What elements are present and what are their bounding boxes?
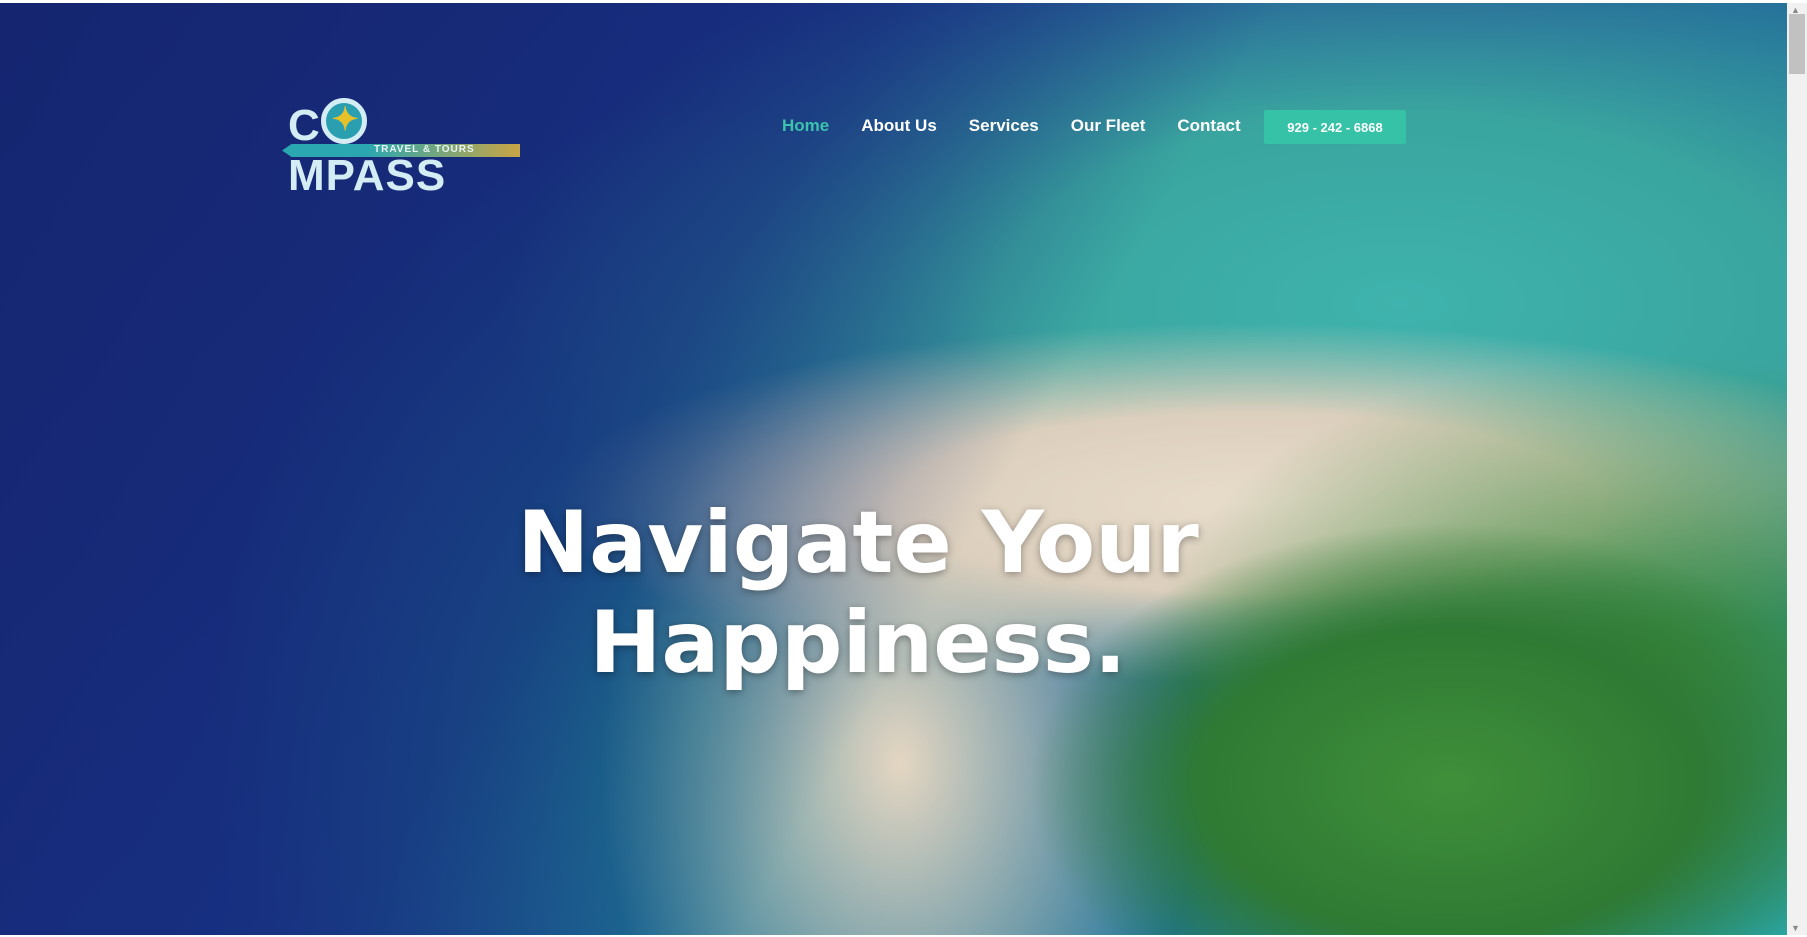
main-nav: Home About Us Services Our Fleet Contact — [782, 116, 1241, 136]
logo-tagline: TRAVEL & TOURS — [374, 144, 475, 155]
nav-about-us[interactable]: About Us — [861, 116, 937, 136]
compass-rose-icon — [320, 98, 367, 144]
compass-logo[interactable]: CMPASS TRAVEL & TOURS — [282, 98, 522, 200]
scrollbar[interactable]: ▲ ▼ — [1787, 3, 1807, 935]
hero-headline: Navigate Your Happiness. — [358, 493, 1358, 693]
phone-button[interactable]: 929 - 242 - 6868 — [1264, 110, 1406, 144]
scroll-down-icon[interactable]: ▼ — [1791, 923, 1800, 933]
logo-letter: C — [288, 101, 321, 150]
hero-background: CMPASS TRAVEL & TOURS Home About Us Serv… — [0, 3, 1787, 935]
nav-contact[interactable]: Contact — [1177, 116, 1240, 136]
nav-services[interactable]: Services — [969, 116, 1039, 136]
headline-line-2: Happiness. — [589, 593, 1127, 693]
hero-overlay — [0, 3, 1787, 935]
logo-letters: MPASS — [288, 151, 447, 200]
nav-our-fleet[interactable]: Our Fleet — [1071, 116, 1146, 136]
scrollbar-thumb[interactable] — [1789, 14, 1805, 74]
nav-home[interactable]: Home — [782, 116, 829, 136]
headline-line-1: Navigate Your — [517, 493, 1199, 593]
